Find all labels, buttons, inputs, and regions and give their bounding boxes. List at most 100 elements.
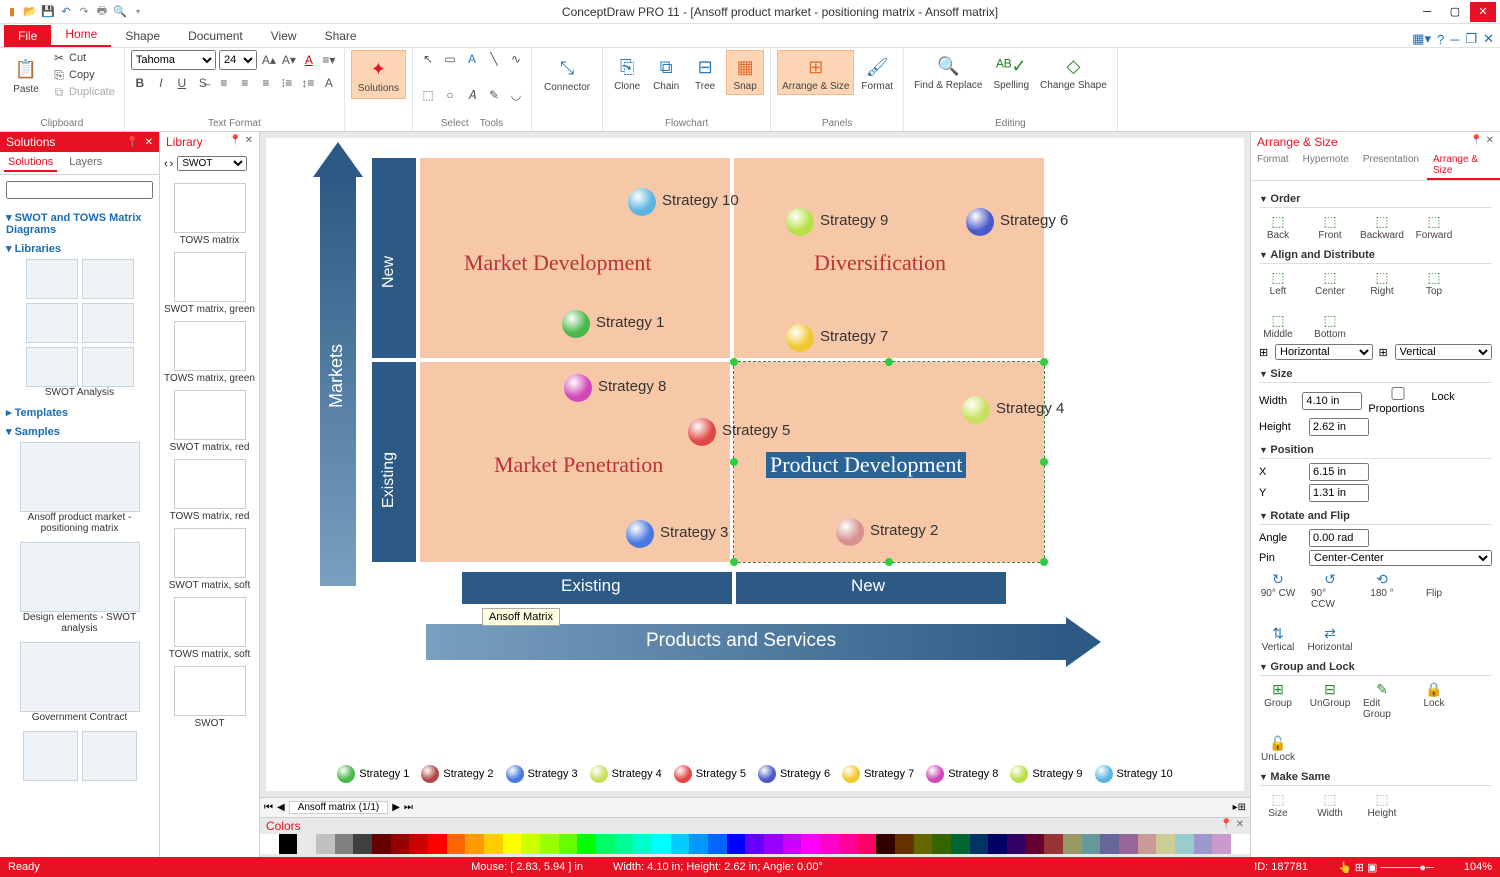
forward-button[interactable]: ⬚Forward: [1415, 212, 1453, 241]
color-swatch[interactable]: [503, 834, 522, 854]
color-swatch[interactable]: [1100, 834, 1119, 854]
same-size-button[interactable]: ⬚Size: [1259, 790, 1297, 819]
bring-front-button[interactable]: ⬚Front: [1311, 212, 1349, 241]
color-swatch[interactable]: [297, 834, 316, 854]
layers-tab[interactable]: Layers: [65, 154, 106, 172]
color-swatch[interactable]: [1082, 834, 1101, 854]
library-item-thumb[interactable]: [174, 252, 246, 302]
color-swatch[interactable]: [521, 834, 540, 854]
color-swatch[interactable]: [1026, 834, 1045, 854]
ellipse-tool-icon[interactable]: ○: [441, 86, 459, 104]
color-swatch[interactable]: [858, 834, 877, 854]
font-size-select[interactable]: 24: [219, 50, 257, 70]
align-center-button[interactable]: ⬚Center: [1311, 268, 1349, 297]
bold-button[interactable]: B: [131, 74, 149, 92]
library-thumb[interactable]: [82, 347, 134, 387]
panel-close-icon[interactable]: ✕: [1486, 135, 1494, 146]
color-swatch[interactable]: [1231, 834, 1250, 854]
x-input[interactable]: [1309, 463, 1369, 481]
library-thumb[interactable]: [82, 303, 134, 343]
distribute-vert-select[interactable]: Vertical: [1395, 344, 1493, 360]
color-swatch[interactable]: [279, 834, 298, 854]
textbox-tool-icon[interactable]: 𝐴: [463, 86, 481, 104]
lasso-tool-icon[interactable]: ⬚: [419, 86, 437, 104]
order-section[interactable]: Order: [1259, 193, 1492, 208]
align-section[interactable]: Align and Distribute: [1259, 249, 1492, 264]
color-swatch[interactable]: [951, 834, 970, 854]
position-section[interactable]: Position: [1259, 444, 1492, 459]
cut-button[interactable]: ✂Cut: [49, 50, 118, 66]
maximize-icon[interactable]: ▢: [1442, 2, 1468, 22]
same-height-button[interactable]: ⬚Height: [1363, 790, 1401, 819]
library-item-thumb[interactable]: [174, 321, 246, 371]
qat-save-icon[interactable]: 💾: [40, 4, 56, 20]
align-center-icon[interactable]: ≡: [236, 74, 254, 92]
first-page-icon[interactable]: ⏮: [264, 802, 273, 813]
lib-next-icon[interactable]: ›: [170, 158, 174, 170]
tab-view[interactable]: View: [257, 25, 311, 47]
color-swatch[interactable]: [615, 834, 634, 854]
color-swatch[interactable]: [801, 834, 820, 854]
solutions-tab[interactable]: Solutions: [4, 154, 57, 172]
backward-button[interactable]: ⬚Backward: [1363, 212, 1401, 241]
minimize-icon[interactable]: ─: [1414, 2, 1440, 22]
samples-section[interactable]: ▾ Samples: [6, 425, 153, 438]
align-left-button[interactable]: ⬚Left: [1259, 268, 1297, 297]
pin-icon[interactable]: 📍: [126, 137, 138, 148]
pin-icon[interactable]: 📍: [229, 135, 241, 146]
doc-restore-icon[interactable]: ❐: [1465, 31, 1477, 47]
make-same-section[interactable]: Make Same: [1259, 771, 1492, 786]
strategy-ball[interactable]: [786, 324, 814, 352]
tab-shape[interactable]: Shape: [111, 25, 174, 47]
status-zoom[interactable]: 104%: [1464, 861, 1492, 873]
color-swatch[interactable]: [428, 834, 447, 854]
strategy-ball[interactable]: [564, 374, 592, 402]
tree-button[interactable]: ⊟Tree: [687, 51, 723, 94]
pin-select[interactable]: Center-Center: [1309, 550, 1492, 566]
height-input[interactable]: [1309, 418, 1369, 436]
library-thumb[interactable]: [26, 259, 78, 299]
color-swatch[interactable]: [335, 834, 354, 854]
libraries-section[interactable]: ▾ Libraries: [6, 242, 153, 255]
lib-prev-icon[interactable]: ‹: [164, 158, 168, 170]
strategy-ball[interactable]: [962, 396, 990, 424]
rect-tool-icon[interactable]: ▭: [441, 50, 459, 68]
strategy-ball[interactable]: [628, 188, 656, 216]
paste-button[interactable]: 📋Paste: [6, 52, 46, 99]
color-swatch[interactable]: [876, 834, 895, 854]
solutions-search-input[interactable]: [6, 181, 153, 199]
send-back-button[interactable]: ⬚Back: [1259, 212, 1297, 241]
flip-horizontal-button[interactable]: ⇄Horizontal: [1311, 624, 1349, 653]
sample-thumb[interactable]: [20, 442, 140, 512]
rotate-cw-button[interactable]: ↻90° CW: [1259, 570, 1297, 610]
help-panel-icon[interactable]: ▦▾: [1412, 31, 1431, 47]
color-swatch[interactable]: [316, 834, 335, 854]
duplicate-button[interactable]: ⧉Duplicate: [49, 84, 118, 100]
library-item-thumb[interactable]: [174, 183, 246, 233]
qat-undo-icon[interactable]: ↶: [58, 4, 74, 20]
color-swatch[interactable]: [577, 834, 596, 854]
qat-print-icon[interactable]: 🖶: [94, 4, 110, 20]
color-swatch[interactable]: [914, 834, 933, 854]
drawing-canvas[interactable]: Markets New Existing Market Development …: [266, 138, 1244, 791]
sample-thumb[interactable]: [23, 731, 78, 781]
chain-button[interactable]: ⧉Chain: [648, 51, 684, 94]
group-section[interactable]: Group and Lock: [1259, 661, 1492, 676]
color-swatch[interactable]: [353, 834, 372, 854]
arr-tab-format[interactable]: Format: [1251, 152, 1295, 180]
prev-page-icon[interactable]: ◀: [277, 802, 285, 813]
edit-group-button[interactable]: ✎Edit Group: [1363, 680, 1401, 720]
color-swatch[interactable]: [820, 834, 839, 854]
library-item-thumb[interactable]: [174, 597, 246, 647]
tab-document[interactable]: Document: [174, 25, 257, 47]
align-left-icon[interactable]: ≡: [215, 74, 233, 92]
format-button[interactable]: 🖌Format: [857, 51, 897, 94]
font-select[interactable]: Tahoma: [131, 50, 216, 70]
color-swatch[interactable]: [1138, 834, 1157, 854]
color-swatch[interactable]: [708, 834, 727, 854]
align-right-icon[interactable]: ≡: [257, 74, 275, 92]
arr-tab-hypernote[interactable]: Hypernote: [1297, 152, 1355, 180]
next-page-icon[interactable]: ▶: [392, 802, 400, 813]
snap-button[interactable]: ▦Snap: [726, 50, 764, 95]
qat-redo-icon[interactable]: ↷: [76, 4, 92, 20]
